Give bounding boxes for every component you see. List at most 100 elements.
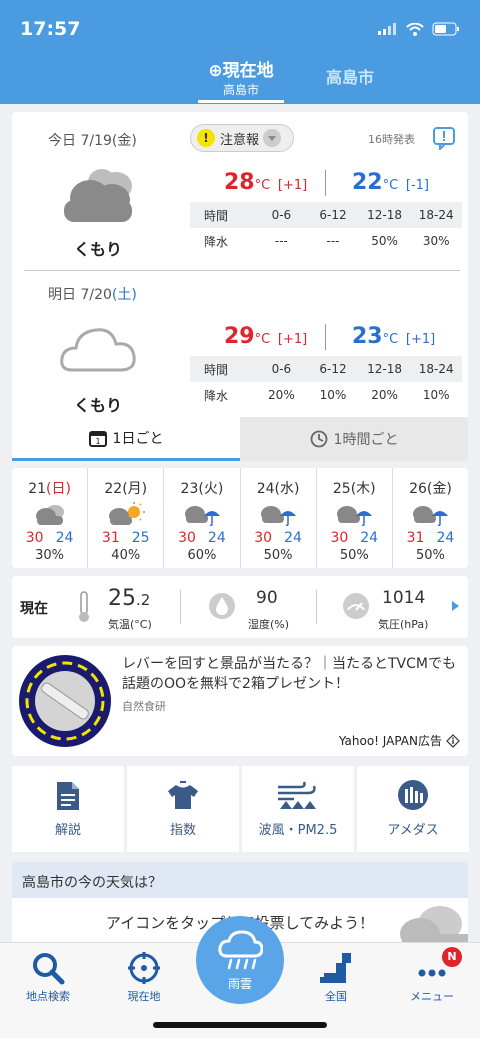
tomorrow-low: 23°C [+1] [352,324,436,349]
wifi-icon [406,22,424,36]
tomorrow-high: 29°C [+1] [224,324,308,349]
week-day[interactable]: 25(木) 30 24 50% [317,468,393,568]
tool-label: 指数 [169,823,196,838]
document-icon [57,782,79,810]
daily-forecast-card: 今日 7/19(金) ! 注意報 16時発表 くもり 28°C [+1] 22°… [12,112,468,461]
tool-label: 解説 [54,823,81,838]
ad-badge-label: Yahoo! JAPAN広告 [338,734,442,748]
tab-daily[interactable]: 1 1日ごと [12,417,240,461]
ad-sponsor: 自然食研 [122,700,166,713]
clock-icon [310,430,327,448]
nav-menu[interactable]: メニュー N [384,943,480,1004]
nav-menu-label: メニュー [410,990,454,1003]
warning-dropdown[interactable]: ! 注意報 [190,124,294,152]
amedas-icon [398,780,428,810]
week-day[interactable]: 26(金) 31 24 50% [393,468,468,568]
ad-badge[interactable]: Yahoo! JAPAN広告 [339,732,460,749]
tab-current-sub: 高島市 [222,83,259,97]
precip-header-row: 時間 0-6 6-12 12-18 18-24 [190,356,462,382]
temp-separator [325,324,326,350]
search-icon [33,953,65,985]
precip-value-row: 降水 --- --- 50% 30% [204,234,450,249]
cloud-umbrella-icon [184,506,220,527]
tool-buttons: 解説 指数 波風・PM2.5 アメダス [12,766,469,852]
now-pressure-label: 気圧(hPa) [378,618,429,631]
nav-search[interactable]: 地点検索 [0,943,96,1004]
cloud-umbrella-icon [413,506,449,527]
nav-rain-label: 雨雲 [227,977,252,991]
now-temp-label: 気温(°C) [108,618,152,631]
now-humidity-label: 湿度(%) [248,618,290,631]
nav-current[interactable]: 現在地 [96,943,192,1004]
cloud-icon [35,505,64,525]
rain-radar-button[interactable]: 雨雲 [196,916,284,1004]
nav-current-label: 現在地 [127,990,161,1003]
tomorrow-precip-table: 時間 0-6 6-12 12-18 18-24 降水 20% 10% 20% 10% [190,356,462,408]
status-icons [378,22,460,36]
week-day[interactable]: 24(水) 30 24 50% [241,468,317,568]
tab-hourly-label: 1時間ごと [333,432,399,448]
wind-wave-icon [278,781,316,809]
nav-national-label: 全国 [325,990,347,1003]
cloud-icon [64,169,132,222]
today-low: 22°C [-1] [352,170,429,195]
current-conditions[interactable]: 現在 25.2 気温(°C) 90 湿度(%) 1014 気圧(hPa) [12,576,468,638]
shirt-icon [168,781,198,809]
tab-takashima[interactable]: 高島市 [326,64,374,88]
vote-heading: 高島市の今の天気は？ [12,862,468,898]
chevron-down-icon [263,129,282,147]
now-humidity: 90 [256,588,278,608]
tab-daily-label: 1日ごと [112,430,164,447]
divider [180,590,181,624]
status-time: 17:57 [20,18,81,40]
tab-current-label: 現在地 [222,61,274,81]
cloud-umbrella-icon [261,506,297,527]
today-precip-table: 時間 0-6 6-12 12-18 18-24 降水 --- --- 50% 30% [190,202,462,254]
svg-text:1: 1 [95,437,100,446]
pressure-gauge-icon [343,593,369,619]
weekly-forecast[interactable]: 21(日) 30 24 30% 22(月) 31 25 40% 23(火) 30 24… [12,468,468,568]
thermometer-icon [79,591,89,622]
divider [316,590,317,624]
tab-current-location[interactable]: ⊕現在地 高島市 [196,56,286,103]
tomorrow-date: 明日 7/20(土) [48,287,137,303]
week-day[interactable]: 21(日) 30 24 30% [12,468,89,568]
forecast-mode-tabs: 1 1日ごと 1時間ごと [12,417,468,461]
nav-search-label: 地点検索 [26,990,70,1003]
tool-amedas-button[interactable]: アメダス [357,766,469,852]
ad-banner[interactable]: レバーを回すと景品が当たる？｜当たるとTVCMでも話題のOOを無料で2箱プレゼン… [12,646,468,756]
temp-separator [325,170,326,196]
week-day[interactable]: 23(火) 30 24 60% [164,468,241,568]
cloud-outline-icon [60,328,136,372]
tool-index-button[interactable]: 指数 [127,766,239,852]
menu-badge: N [442,947,462,967]
ad-text: レバーを回すと景品が当たる？｜当たるとTVCMでも話題のOOを無料で2箱プレゼン… [122,656,456,692]
precip-header-row: 時間 0-6 6-12 12-18 18-24 [190,202,462,228]
tab-underline [198,100,284,103]
nav-national[interactable]: 全国 [288,943,384,1004]
warning-icon: ! [197,129,215,147]
crosshair-icon: ⊕ [208,61,223,81]
tab-hourly[interactable]: 1時間ごと [240,417,468,461]
info-icon [446,733,460,748]
chevron-right-icon[interactable] [450,600,460,612]
cloud-sun-icon [108,502,145,525]
home-indicator [153,1022,327,1028]
tomorrow-weather-label: くもり [73,396,122,415]
precip-value-row: 降水 20% 10% 20% 10% [204,388,450,403]
ad-product-image [19,655,111,747]
tool-wave-pm25-button[interactable]: 波風・PM2.5 [242,766,354,852]
now-temp: 25.2 [108,586,151,611]
now-pressure: 1014 [382,588,426,608]
cloud-umbrella-icon [337,506,373,527]
rain-cloud-icon [218,930,264,970]
today-high: 28°C [+1] [224,170,308,195]
calendar-icon: 1 [88,430,107,447]
today-date: 今日 7/19(金) [48,133,137,149]
tool-explanation-button[interactable]: 解説 [12,766,124,852]
published-time: 16時発表 [368,133,415,146]
tool-label: 波風・PM2.5 [258,823,338,838]
feedback-icon[interactable] [432,126,456,150]
divider [24,270,460,271]
week-day[interactable]: 22(月) 31 25 40% [88,468,165,568]
